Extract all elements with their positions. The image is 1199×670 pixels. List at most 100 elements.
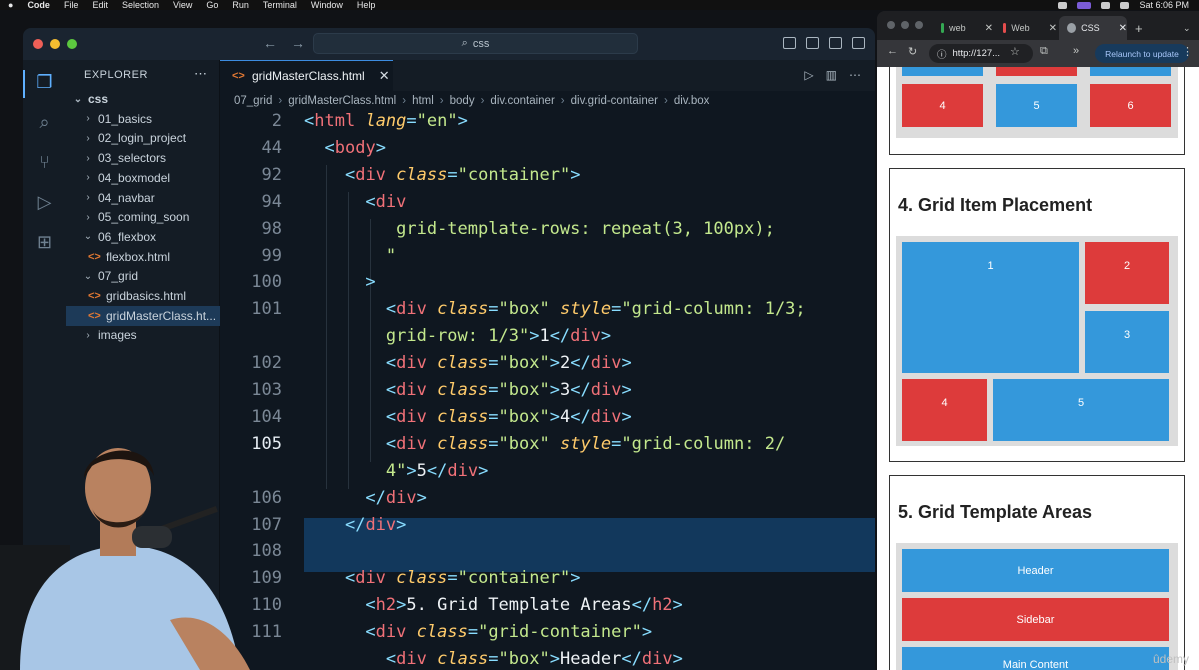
close-tab-icon[interactable]: ✕ bbox=[1119, 23, 1127, 34]
code-line[interactable]: 2 <html lang="en"> bbox=[220, 111, 875, 138]
menubar-clock[interactable]: Sat 6:06 PM bbox=[1139, 0, 1189, 10]
close-tab-icon[interactable]: ✕ bbox=[379, 68, 390, 84]
menu-view[interactable]: View bbox=[173, 0, 192, 10]
tree-folder-04-boxmodel[interactable]: › 04_boxmodel bbox=[66, 168, 220, 188]
overflow-chevron-icon[interactable]: » bbox=[1073, 45, 1079, 57]
tab-active-file[interactable]: <> gridMasterClass.html ✕ bbox=[220, 60, 393, 91]
toggle-sidebar-icon[interactable] bbox=[783, 37, 796, 49]
menu-app-name[interactable]: Code bbox=[27, 0, 50, 10]
relaunch-button[interactable]: Relaunch to update bbox=[1095, 44, 1189, 63]
code-line[interactable]: 102 <div class="box">2</div> bbox=[220, 353, 875, 380]
tree-folder-04-navbar[interactable]: › 04_navbar bbox=[66, 188, 220, 208]
breadcrumb-item[interactable]: gridMasterClass.html bbox=[288, 95, 396, 107]
browser-tab-2[interactable]: Web ✕ bbox=[995, 16, 1057, 40]
tray-icon[interactable] bbox=[1058, 1, 1068, 9]
code-line[interactable]: 105 <div class="box" style="grid-column:… bbox=[220, 434, 875, 461]
minimize-window-button[interactable] bbox=[50, 39, 60, 49]
browser-close-button[interactable] bbox=[887, 21, 895, 29]
code-line[interactable]: <div class="box">Header</div> bbox=[220, 649, 875, 670]
tree-file[interactable]: <> gridMasterClass.ht... bbox=[66, 305, 220, 326]
run-debug-icon[interactable]: ▷ bbox=[34, 192, 55, 213]
split-editor-icon[interactable]: ▥ bbox=[826, 68, 837, 82]
menu-window[interactable]: Window bbox=[311, 0, 343, 10]
more-icon[interactable]: ⋯ bbox=[849, 68, 861, 82]
code-line[interactable]: 106 </div> bbox=[220, 488, 875, 515]
breadcrumb-item[interactable]: body bbox=[450, 95, 475, 107]
code-line[interactable]: 104 <div class="box">4</div> bbox=[220, 407, 875, 434]
wifi-icon[interactable] bbox=[1101, 1, 1111, 9]
tray-app-icon[interactable] bbox=[1077, 1, 1092, 9]
code-line[interactable]: 101 <div class="box" style="grid-column:… bbox=[220, 299, 875, 326]
code-token: 5. Grid Template Areas bbox=[406, 595, 632, 616]
code-line[interactable]: 100 > bbox=[220, 272, 875, 299]
code-line[interactable]: 108 bbox=[220, 541, 875, 568]
tab-search-icon[interactable]: ⌄ bbox=[1175, 16, 1193, 40]
tree-folder-01-basics[interactable]: › 01_basics bbox=[66, 109, 220, 129]
menu-run[interactable]: Run bbox=[232, 0, 249, 10]
tree-file[interactable]: <> gridbasics.html bbox=[66, 286, 220, 306]
browser-zoom-button[interactable] bbox=[915, 21, 923, 29]
browser-minimize-button[interactable] bbox=[901, 21, 909, 29]
site-info-icon[interactable]: ⓘ bbox=[937, 47, 947, 61]
code-token: div bbox=[385, 487, 417, 508]
more-actions-icon[interactable]: ⋯ bbox=[194, 66, 207, 82]
tree-folder-02-login-project[interactable]: › 02_login_project bbox=[66, 128, 220, 148]
code-line[interactable]: 107 </div> bbox=[220, 515, 875, 542]
source-control-icon[interactable]: ⑂ bbox=[34, 152, 55, 173]
extensions-puzzle-icon[interactable]: ⧉ bbox=[1040, 45, 1048, 58]
search-view-icon[interactable]: ⌕ bbox=[34, 112, 55, 133]
run-icon[interactable]: ▷ bbox=[804, 68, 813, 82]
back-arrow-icon[interactable]: ← bbox=[887, 45, 898, 57]
tree-folder-images[interactable]: › images bbox=[66, 325, 220, 345]
battery-icon[interactable] bbox=[1120, 1, 1130, 9]
menu-help[interactable]: Help bbox=[357, 0, 376, 10]
code-line[interactable]: 4">5</div> bbox=[220, 461, 875, 488]
code-line[interactable]: grid-row: 1/3">1</div> bbox=[220, 326, 875, 353]
browser-tab-active[interactable]: CSS ✕ bbox=[1059, 16, 1127, 40]
code-line[interactable]: 111 <div class="grid-container"> bbox=[220, 622, 875, 649]
browser-tab-1[interactable]: web ✕ bbox=[933, 16, 993, 40]
back-arrow-icon[interactable]: ← bbox=[263, 35, 277, 51]
customize-layout-icon[interactable] bbox=[852, 37, 865, 49]
browser-menu-icon[interactable]: ⋮ bbox=[1182, 45, 1193, 58]
menu-file[interactable]: File bbox=[64, 0, 79, 10]
tree-folder-03-selectors[interactable]: › 03_selectors bbox=[66, 148, 220, 168]
code-line[interactable]: 103 <div class="box">3</div> bbox=[220, 380, 875, 407]
tree-folder-07-grid[interactable]: ⌄ 07_grid bbox=[66, 266, 220, 286]
explorer-files-icon[interactable]: ❐ bbox=[34, 72, 55, 93]
close-tab-icon[interactable]: ✕ bbox=[985, 23, 993, 34]
breadcrumb-item[interactable]: div.box bbox=[674, 95, 710, 107]
zoom-window-button[interactable] bbox=[67, 39, 77, 49]
toggle-panel-icon[interactable] bbox=[806, 37, 819, 49]
code-line[interactable]: 110 <h2>5. Grid Template Areas</h2> bbox=[220, 595, 875, 622]
tree-file[interactable]: <> flexbox.html bbox=[66, 247, 220, 267]
close-tab-icon[interactable]: ✕ bbox=[1049, 23, 1057, 34]
breadcrumb-item[interactable]: html bbox=[412, 95, 434, 107]
menu-go[interactable]: Go bbox=[206, 0, 218, 10]
toggle-secondary-sidebar-icon[interactable] bbox=[829, 37, 842, 49]
breadcrumb-item[interactable]: div.container bbox=[490, 95, 554, 107]
apple-icon[interactable]: ● bbox=[8, 0, 13, 10]
close-window-button[interactable] bbox=[33, 39, 43, 49]
menu-selection[interactable]: Selection bbox=[122, 0, 159, 10]
breadcrumb-item[interactable]: div.grid-container bbox=[571, 95, 658, 107]
code-line[interactable]: 109 <div class="container"> bbox=[220, 568, 875, 595]
tree-folder-05-coming-soon[interactable]: › 05_coming_soon bbox=[66, 207, 220, 227]
code-line[interactable]: 98 grid-template-rows: repeat(3, 100px); bbox=[220, 219, 875, 246]
code-line[interactable]: 99 " bbox=[220, 246, 875, 273]
breadcrumb-item[interactable]: 07_grid bbox=[234, 95, 272, 107]
tree-folder-css[interactable]: ⌄ css bbox=[66, 89, 220, 109]
command-center-search[interactable]: ⌕ css bbox=[313, 33, 638, 54]
menu-edit[interactable]: Edit bbox=[92, 0, 108, 10]
code-line[interactable]: 92 <div class="container"> bbox=[220, 165, 875, 192]
forward-arrow-icon[interactable]: → bbox=[291, 35, 305, 51]
code-line[interactable]: 94 <div bbox=[220, 192, 875, 219]
menu-terminal[interactable]: Terminal bbox=[263, 0, 297, 10]
code-line[interactable]: 44 <body> bbox=[220, 138, 875, 165]
reload-icon[interactable]: ↻ bbox=[908, 45, 917, 58]
new-tab-button[interactable]: + bbox=[1127, 16, 1147, 40]
code-editor[interactable]: 2 <html lang="en"> 44 <body> 92 <div class=… bbox=[220, 111, 875, 670]
bookmark-star-icon[interactable]: ☆ bbox=[1010, 45, 1020, 58]
extensions-icon[interactable]: ⊞ bbox=[34, 232, 55, 253]
tree-folder-06-flexbox[interactable]: ⌄ 06_flexbox bbox=[66, 227, 220, 247]
